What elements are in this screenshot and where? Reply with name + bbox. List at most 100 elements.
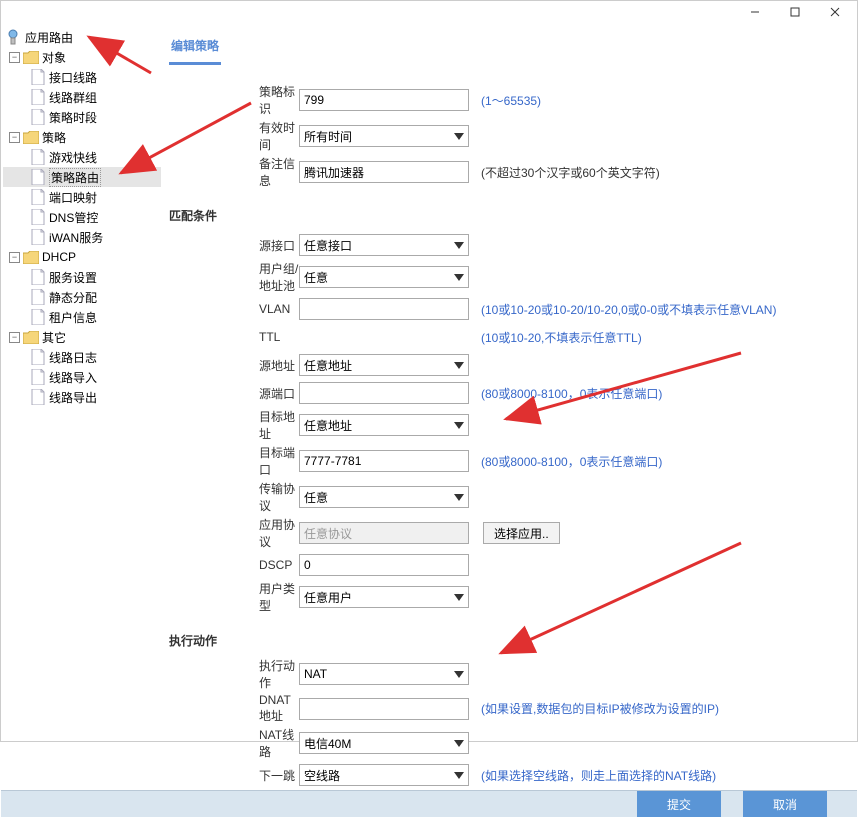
select-src-if-value: 任意接口 [304,237,352,254]
tree-item[interactable]: 线路日志 [3,347,161,367]
label-src-if: 源接口 [169,237,299,254]
window-titlebar [1,1,857,23]
label-usertype: 用户类型 [169,580,299,614]
chevron-down-icon [454,362,464,369]
collapse-icon[interactable]: − [9,52,20,63]
label-ttl: TTL [169,330,299,344]
tab-edit-policy[interactable]: 编辑策略 [169,33,221,65]
select-natline[interactable]: 电信40M [299,732,469,754]
window-close-button[interactable] [817,1,853,23]
chevron-down-icon [454,594,464,601]
label-natline: NAT线路 [169,726,299,760]
folder-icon [23,251,39,264]
tree-item[interactable]: DNS管控 [3,207,161,227]
select-proto[interactable]: 任意 [299,486,469,508]
chevron-down-icon [454,133,464,140]
hint-dst-port: (80或8000-8100，0表示任意端口) [481,453,662,470]
tree-item[interactable]: 端口映射 [3,187,161,207]
tree-item[interactable]: iWAN服务 [3,227,161,247]
input-remark[interactable] [299,161,469,183]
select-nexthop[interactable]: 空线路 [299,764,469,786]
input-dst-port[interactable] [299,450,469,472]
submit-button[interactable]: 提交 [637,791,721,817]
tree-item[interactable]: 游戏快线 [3,147,161,167]
label-appproto: 应用协议 [169,516,299,550]
label-dst-addr: 目标地址 [169,408,299,442]
tree-item-label: 策略时段 [49,109,97,126]
label-time: 有效时间 [169,119,299,153]
tree-item[interactable]: 静态分配 [3,287,161,307]
tree-group-policy[interactable]: − 策略 [3,127,161,147]
input-src-port[interactable] [299,382,469,404]
tab-bar: 编辑策略 [169,23,837,65]
input-vlan[interactable] [299,298,469,320]
tree-item-label: 线路导入 [49,369,97,386]
tree-item-policy-route[interactable]: 策略路由 [3,167,161,187]
tree-item-label: iWAN服务 [49,229,103,246]
select-natline-value: 电信40M [304,735,351,752]
page-icon [31,189,45,205]
page-icon [31,389,45,405]
select-usertype-value: 任意用户 [304,589,352,606]
tree-item[interactable]: 线路导入 [3,367,161,387]
chevron-down-icon [454,494,464,501]
tree-item[interactable]: 服务设置 [3,267,161,287]
tree-group-objects[interactable]: − 对象 [3,47,161,67]
select-group-value: 任意 [304,269,328,286]
select-action[interactable]: NAT [299,663,469,685]
window-maximize-button[interactable] [777,1,813,23]
select-usertype[interactable]: 任意用户 [299,586,469,608]
label-action: 执行动作 [169,657,299,691]
input-dscp[interactable] [299,554,469,576]
tree-root[interactable]: 应用路由 [3,27,161,47]
select-group[interactable]: 任意 [299,266,469,288]
tree-item[interactable]: 租户信息 [3,307,161,327]
label-dst-port: 目标端口 [169,444,299,478]
tree-group-label: 其它 [42,329,66,346]
select-src-if[interactable]: 任意接口 [299,234,469,256]
tree-item-label: 端口映射 [49,189,97,206]
tree-group-dhcp[interactable]: − DHCP [3,247,161,267]
select-proto-value: 任意 [304,489,328,506]
tree-item[interactable]: 接口线路 [3,67,161,87]
section-title-match: 匹配条件 [169,207,837,224]
tree-item-label: 接口线路 [49,69,97,86]
input-dnat[interactable] [299,698,469,720]
select-src-addr[interactable]: 任意地址 [299,354,469,376]
tree-item-label: 租户信息 [49,309,97,326]
input-appproto [299,522,469,544]
chevron-down-icon [454,422,464,429]
tree-group-other[interactable]: − 其它 [3,327,161,347]
button-choose-app[interactable]: 选择应用.. [483,522,560,544]
input-policy-id[interactable] [299,89,469,111]
tree-item-label: 线路日志 [49,349,97,366]
tree-group-label: DHCP [42,250,76,264]
tree-item-label: 策略路由 [49,168,101,187]
tree-item[interactable]: 线路导出 [3,387,161,407]
label-dnat: DNAT地址 [169,693,299,724]
page-icon [31,289,45,305]
collapse-icon[interactable]: − [9,332,20,343]
hint-ttl: (10或10-20,不填表示任意TTL) [481,329,642,346]
footer-bar: 提交 取消 [1,790,857,817]
select-dst-addr[interactable]: 任意地址 [299,414,469,436]
collapse-icon[interactable]: − [9,132,20,143]
hint-policy-id: (1～65535) [481,92,541,109]
tree-item-label: DNS管控 [49,209,98,226]
cancel-button[interactable]: 取消 [743,791,827,817]
tree-item-label: 线路群组 [49,89,97,106]
page-icon [31,149,45,165]
page-icon [31,369,45,385]
select-time-value: 所有时间 [304,128,352,145]
collapse-icon[interactable]: − [9,252,20,263]
page-icon [31,69,45,85]
page-icon [31,89,45,105]
select-time[interactable]: 所有时间 [299,125,469,147]
window-minimize-button[interactable] [737,1,773,23]
main-panel: 编辑策略 策略标识 (1～65535) 有效时间 所有时间 备注信息 (不超过3… [161,23,857,790]
chevron-down-icon [454,242,464,249]
label-vlan: VLAN [169,302,299,316]
tree-item[interactable]: 线路群组 [3,87,161,107]
app-icon [5,29,21,45]
tree-item[interactable]: 策略时段 [3,107,161,127]
